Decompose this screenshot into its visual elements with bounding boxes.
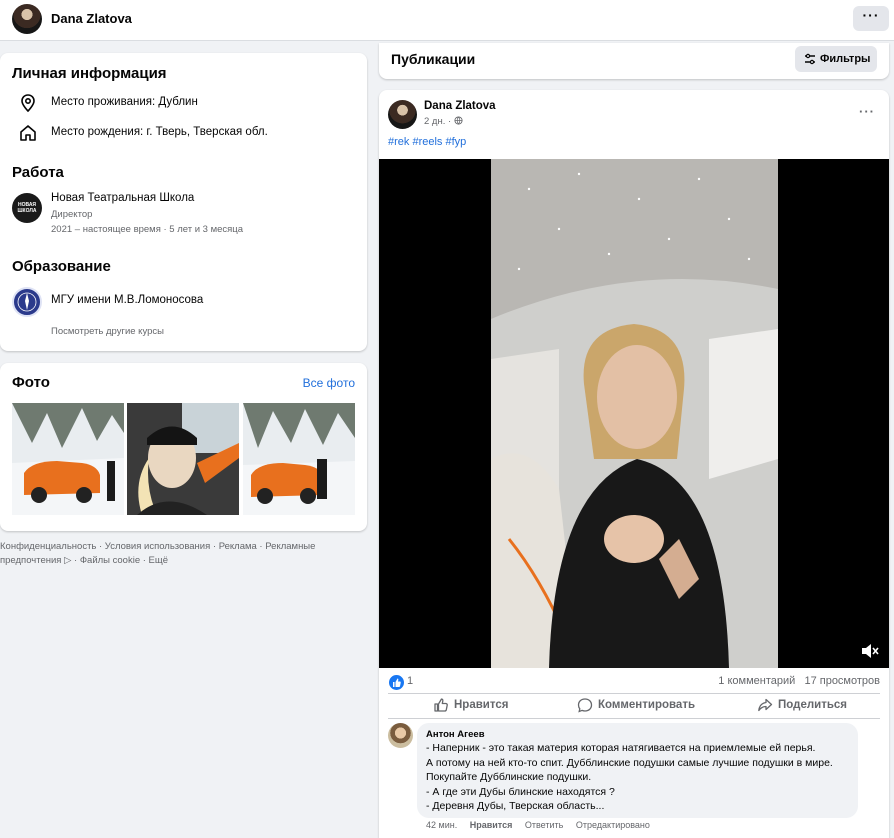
reactions-count[interactable]: 1 bbox=[407, 675, 413, 687]
location-icon bbox=[21, 94, 35, 113]
profile-name[interactable]: Dana Zlatova bbox=[51, 11, 132, 26]
home-icon bbox=[20, 125, 36, 141]
comment-meta: 42 мин. Нравится Ответить Отредактирован… bbox=[426, 820, 660, 830]
post-author-avatar[interactable] bbox=[388, 100, 417, 129]
comment-time[interactable]: 42 мин. bbox=[426, 820, 457, 830]
post-timestamp[interactable]: 2 дн. · bbox=[424, 116, 463, 127]
footer-links[interactable]: Конфиденциальность · Условия использован… bbox=[0, 540, 340, 568]
work-logo[interactable]: НОВАЯ ШКОЛА bbox=[12, 193, 42, 223]
post-more-button[interactable]: ··· bbox=[859, 104, 875, 119]
like-label: Нравится bbox=[454, 699, 509, 711]
like-button[interactable]: Нравится bbox=[433, 692, 523, 718]
more-options-button[interactable]: ··· bbox=[853, 6, 889, 31]
divider bbox=[388, 718, 880, 719]
reel-video[interactable] bbox=[379, 159, 889, 668]
comment-edited-label: Отредактировано bbox=[575, 820, 650, 830]
globe-icon bbox=[454, 116, 463, 125]
birthplace-text: Место рождения: г. Тверь, Тверская обл. bbox=[51, 126, 268, 138]
filters-button[interactable]: Фильтры bbox=[795, 46, 877, 72]
photos-title: Фото bbox=[12, 374, 50, 391]
comment-reply-button[interactable]: Ответить bbox=[525, 820, 563, 830]
mute-icon[interactable] bbox=[861, 643, 879, 659]
post-card: Dana Zlatova 2 дн. · ··· #rek #reels #fy… bbox=[379, 90, 889, 838]
share-icon bbox=[758, 698, 773, 712]
photo-thumbnail[interactable] bbox=[12, 403, 124, 515]
work-org[interactable]: Новая Театральная Школа bbox=[51, 192, 194, 204]
like-icon bbox=[434, 698, 448, 712]
work-title: Работа bbox=[12, 164, 64, 181]
post-author-name[interactable]: Dana Zlatova bbox=[424, 100, 496, 112]
publications-header: Публикации Фильтры bbox=[379, 43, 889, 79]
education-school[interactable]: МГУ имени М.В.Ломоносова bbox=[51, 294, 203, 306]
commenter-avatar[interactable] bbox=[388, 723, 413, 748]
comment-icon bbox=[577, 698, 593, 713]
university-logo[interactable] bbox=[12, 287, 42, 317]
see-more-courses-link[interactable]: Посмотреть другие курсы bbox=[51, 326, 164, 337]
comments-views-count[interactable]: 1 комментарий 17 просмотров bbox=[718, 675, 880, 687]
personal-info-card: Личная информация Место проживания: Дубл… bbox=[0, 53, 367, 351]
publications-title: Публикации bbox=[391, 51, 476, 67]
education-title: Образование bbox=[12, 258, 111, 275]
post-time-text: 2 дн. · bbox=[424, 116, 454, 127]
share-label: Поделиться bbox=[778, 699, 848, 711]
photo-thumbnail[interactable] bbox=[243, 403, 355, 515]
post-hashtags[interactable]: #rek #reels #fyp bbox=[388, 136, 466, 148]
photo-thumbnail[interactable] bbox=[127, 403, 239, 515]
top-bar: Dana Zlatova ··· bbox=[0, 0, 894, 41]
comment-bubble: Антон Агеев - Наперник - это такая матер… bbox=[417, 723, 858, 818]
like-reaction-badge[interactable] bbox=[389, 675, 404, 690]
profile-avatar[interactable] bbox=[12, 4, 42, 34]
post-actions: Нравится Комментировать Поделиться bbox=[379, 692, 889, 718]
work-role: Директор bbox=[51, 209, 93, 220]
all-photos-link[interactable]: Все фото bbox=[303, 376, 355, 390]
comment-button[interactable]: Комментировать bbox=[577, 692, 707, 718]
filter-icon bbox=[805, 53, 815, 65]
personal-info-title: Личная информация bbox=[12, 65, 167, 82]
post-stats: 1 1 комментарий 17 просмотров bbox=[379, 668, 889, 694]
comment-author[interactable]: Антон Агеев bbox=[426, 729, 849, 740]
comment-like-button[interactable]: Нравится bbox=[470, 820, 513, 830]
share-button[interactable]: Поделиться bbox=[757, 692, 857, 718]
comment-label: Комментировать bbox=[598, 699, 696, 711]
work-period: 2021 – настоящее время · 5 лет и 3 месяц… bbox=[51, 224, 244, 235]
comment-text: - Наперник - это такая материя которая н… bbox=[426, 742, 833, 812]
residence-text: Место проживания: Дублин bbox=[51, 96, 198, 108]
filters-label: Фильтры bbox=[820, 53, 871, 65]
photos-card: Фото Все фото bbox=[0, 363, 367, 531]
